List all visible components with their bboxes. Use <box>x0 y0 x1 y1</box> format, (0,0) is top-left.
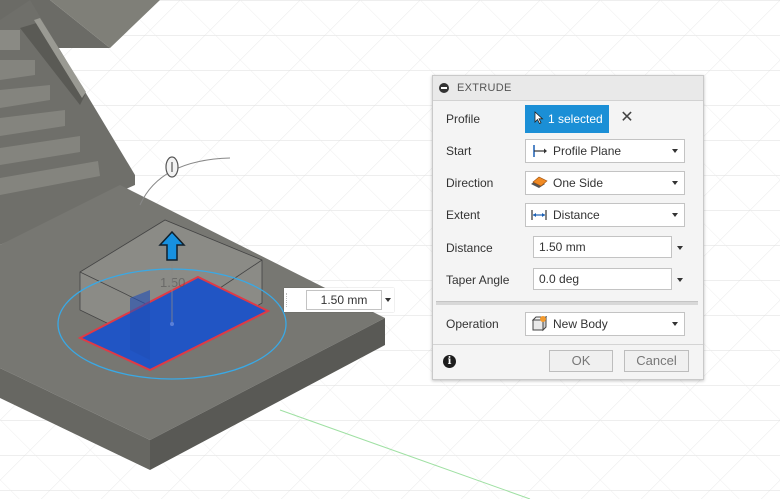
operation-row: Operation New Body <box>433 310 703 338</box>
direction-label: Direction <box>446 176 494 190</box>
chevron-down-icon[interactable] <box>385 298 391 302</box>
extent-value: Distance <box>553 208 600 222</box>
start-label: Start <box>446 144 472 158</box>
distance-icon <box>530 206 548 224</box>
distance-input[interactable]: 1.50 mm <box>533 236 672 258</box>
info-icon[interactable]: i <box>443 355 456 368</box>
dialog-title: EXTRUDE <box>457 82 512 94</box>
profile-plane-icon <box>530 142 548 160</box>
divider <box>436 301 698 305</box>
chevron-down-icon <box>672 181 678 185</box>
profile-selected-text: 1 selected <box>548 112 603 126</box>
taper-label: Taper Angle <box>446 273 510 287</box>
distance-manipulator-box: 1.50 mm <box>284 288 394 312</box>
chevron-down-icon[interactable] <box>677 278 683 282</box>
distance-label: Distance <box>446 241 493 255</box>
chevron-down-icon <box>672 322 678 326</box>
extrude-dialog: EXTRUDE Profile 1 selected ✕ Start Profi… <box>432 75 704 380</box>
cancel-button[interactable]: Cancel <box>624 350 689 372</box>
direction-dropdown[interactable]: One Side <box>525 171 685 195</box>
extent-label: Extent <box>446 208 481 222</box>
drag-handle[interactable] <box>286 293 289 307</box>
new-body-icon <box>530 315 548 333</box>
dialog-footer: i OK Cancel <box>433 344 703 380</box>
operation-value: New Body <box>553 317 608 331</box>
start-row: Start Profile Plane <box>433 137 703 165</box>
operation-label: Operation <box>446 317 499 331</box>
profile-label: Profile <box>446 112 481 126</box>
profile-select-button[interactable]: 1 selected <box>525 105 609 133</box>
ok-button[interactable]: OK <box>549 350 613 372</box>
ghost-dimension-label: 1.50 <box>160 275 185 290</box>
dialog-header: EXTRUDE <box>433 76 703 101</box>
extent-row: Extent Distance <box>433 201 703 229</box>
taper-angle-input[interactable]: 0.0 deg <box>533 268 672 290</box>
chevron-down-icon <box>672 213 678 217</box>
direction-row: Direction One Side <box>433 169 703 197</box>
one-side-icon <box>530 174 548 192</box>
distance-manipulator-input[interactable]: 1.50 mm <box>306 290 382 310</box>
collapse-icon[interactable] <box>439 83 449 93</box>
operation-dropdown[interactable]: New Body <box>525 312 685 336</box>
start-dropdown[interactable]: Profile Plane <box>525 139 685 163</box>
extent-dropdown[interactable]: Distance <box>525 203 685 227</box>
start-value: Profile Plane <box>553 144 622 158</box>
direction-value: One Side <box>553 176 604 190</box>
chevron-down-icon <box>672 149 678 153</box>
taper-row: Taper Angle 0.0 deg <box>433 266 703 294</box>
distance-row: Distance 1.50 mm <box>433 234 703 262</box>
profile-row: Profile 1 selected ✕ <box>433 105 703 133</box>
cursor-icon <box>534 111 544 127</box>
clear-icon[interactable]: ✕ <box>620 110 634 126</box>
chevron-down-icon[interactable] <box>677 246 683 250</box>
